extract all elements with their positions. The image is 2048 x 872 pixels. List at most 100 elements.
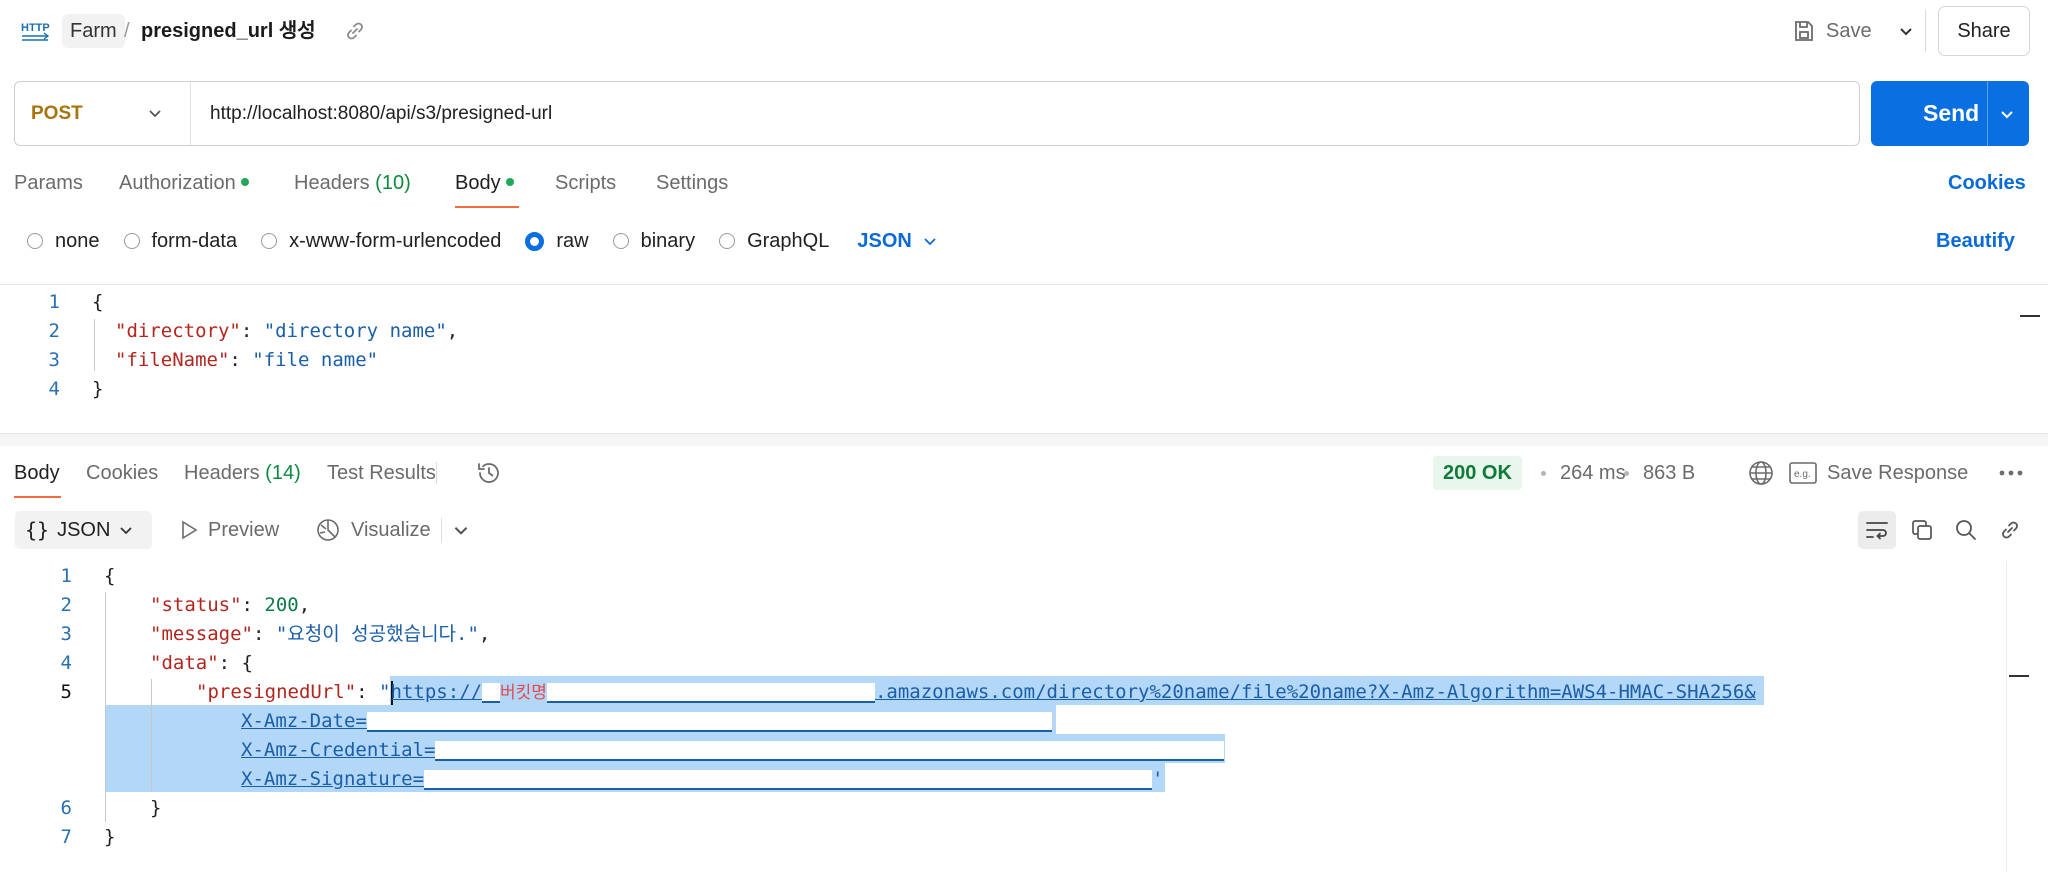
http-method-select[interactable]: POST [31,81,83,146]
save-options-chevron-icon[interactable] [1893,18,1919,44]
line-number: 2 [48,320,60,342]
radio-button[interactable] [719,233,736,249]
tab-count: (10) [375,172,411,194]
body-format-select[interactable]: JSON [857,230,937,253]
url-link[interactable]: X-Amz-Signature= [241,768,424,790]
play-icon [182,520,198,540]
url-link[interactable]: .amazonaws.com/directory%20name/file%20n… [875,681,1756,703]
url-link[interactable]: https:// [391,681,483,703]
json-number: 200 [264,594,299,616]
tab-settings[interactable]: Settings [656,168,728,198]
code-line: "directory": "directory name", [115,320,459,342]
radio-button[interactable] [123,233,140,249]
scrollbar-track[interactable] [2006,562,2007,872]
code-line: X-Amz-Signature= ' [241,768,1164,790]
radio-binary[interactable]: binary [612,229,696,253]
body-type-radio-group: none form-data x-www-form-urlencoded raw… [27,226,938,256]
chevron-down-icon[interactable] [142,100,168,126]
response-body-viewer[interactable]: 1 2 3 4 5 6 7 { "status": 200, "message"… [0,562,2048,872]
indent-guide [105,592,106,822]
share-button[interactable]: Share [1938,6,2030,56]
scrollbar-marker[interactable] [2020,315,2040,317]
radio-x-www-form-urlencoded[interactable]: x-www-form-urlencoded [261,230,501,253]
response-tab-cookies[interactable]: Cookies [86,458,158,488]
json-key: "presignedUrl" [196,681,357,703]
radio-button[interactable] [27,233,43,249]
line-number: 4 [48,378,60,400]
radio-graphql[interactable]: GraphQL [719,230,829,253]
more-options-icon[interactable] [1997,460,2025,486]
response-tab-body[interactable]: Body [14,458,60,488]
response-time[interactable]: 264 ms [1560,458,1626,488]
save-button[interactable]: Save [1792,13,1872,49]
save-response-button[interactable]: e.g. Save Response [1789,458,1968,488]
breadcrumb-separator: / [124,20,130,42]
radio-label: raw [556,229,589,252]
link-icon[interactable] [344,20,366,42]
url-link[interactable]: X-Amz-Credential= [241,739,435,761]
pane-splitter[interactable] [0,434,2048,446]
code-line: { [92,288,103,317]
indent-guide [151,679,152,791]
tab-params[interactable]: Params [14,168,83,198]
response-size[interactable]: 863 B [1643,458,1695,488]
radio-label: binary [640,229,696,252]
visualize-icon [317,519,339,541]
code-line: X-Amz-Credential= [241,736,1225,765]
scrollbar-marker[interactable] [2009,675,2029,677]
indent-guide [94,319,95,371]
radio-button-selected[interactable] [525,231,545,251]
save-label: Save [1826,19,1872,42]
visualize-button[interactable]: Visualize [315,511,431,549]
send-options-chevron-icon[interactable] [1993,100,2021,128]
search-icon[interactable] [1947,511,1985,549]
preview-button[interactable]: Preview [180,511,279,549]
url-input[interactable]: http://localhost:8080/api/s3/presigned-u… [210,81,552,146]
example-icon: e.g. [1789,462,1817,484]
history-icon[interactable] [474,458,504,488]
divider [441,518,442,542]
redacted-block [366,711,1052,732]
chevron-down-icon[interactable] [452,521,470,539]
tab-label: Scripts [555,172,617,194]
redacted-block [424,769,1153,790]
divider [190,82,191,145]
visualize-label: Visualize [351,518,431,541]
send-label: Send [1923,100,1980,126]
tab-scripts[interactable]: Scripts [555,168,616,198]
code-line: { [104,562,115,591]
save-response-label: Save Response [1827,462,1969,484]
radio-button[interactable] [612,233,629,249]
radio-raw[interactable]: raw [525,229,589,253]
code-line: } [104,823,115,852]
tab-authorization[interactable]: Authorization [119,168,249,198]
radio-form-data[interactable]: form-data [123,230,237,253]
globe-icon[interactable] [1747,459,1775,487]
beautify-button[interactable]: Beautify [1936,226,2015,256]
radio-label: GraphQL [747,229,830,252]
cookies-link[interactable]: Cookies [1948,168,2026,198]
json-string: "file name" [252,349,379,371]
radio-button[interactable] [261,233,278,249]
tab-headers[interactable]: Headers (10) [294,168,411,198]
send-button[interactable]: Send [1871,81,2029,146]
copy-icon[interactable] [1903,511,1941,549]
breadcrumb-collection[interactable]: Farm [62,14,125,48]
response-tab-headers[interactable]: Headers (14) [184,458,301,488]
url-link[interactable]: X-Amz-Date= [241,710,367,732]
response-format-select[interactable]: {} JSON [15,511,152,549]
request-name[interactable]: presigned_url 생성 [141,14,316,48]
status-dot [240,177,249,186]
punct: } [92,378,104,400]
tab-body[interactable]: Body [455,168,514,198]
request-body-editor[interactable]: 1 2 3 4 { "directory": "directory name",… [0,284,2048,434]
tab-label: Body [455,172,501,194]
tab-label: Params [14,172,83,194]
line-number: 3 [60,623,72,645]
status-badge[interactable]: 200 OK [1433,456,1522,490]
response-tab-test-results[interactable]: Test Results [327,458,436,488]
link-icon[interactable] [1991,511,2029,549]
json-string: "directory name" [263,320,447,342]
wrap-lines-icon[interactable] [1858,511,1896,549]
radio-none[interactable]: none [27,230,100,253]
